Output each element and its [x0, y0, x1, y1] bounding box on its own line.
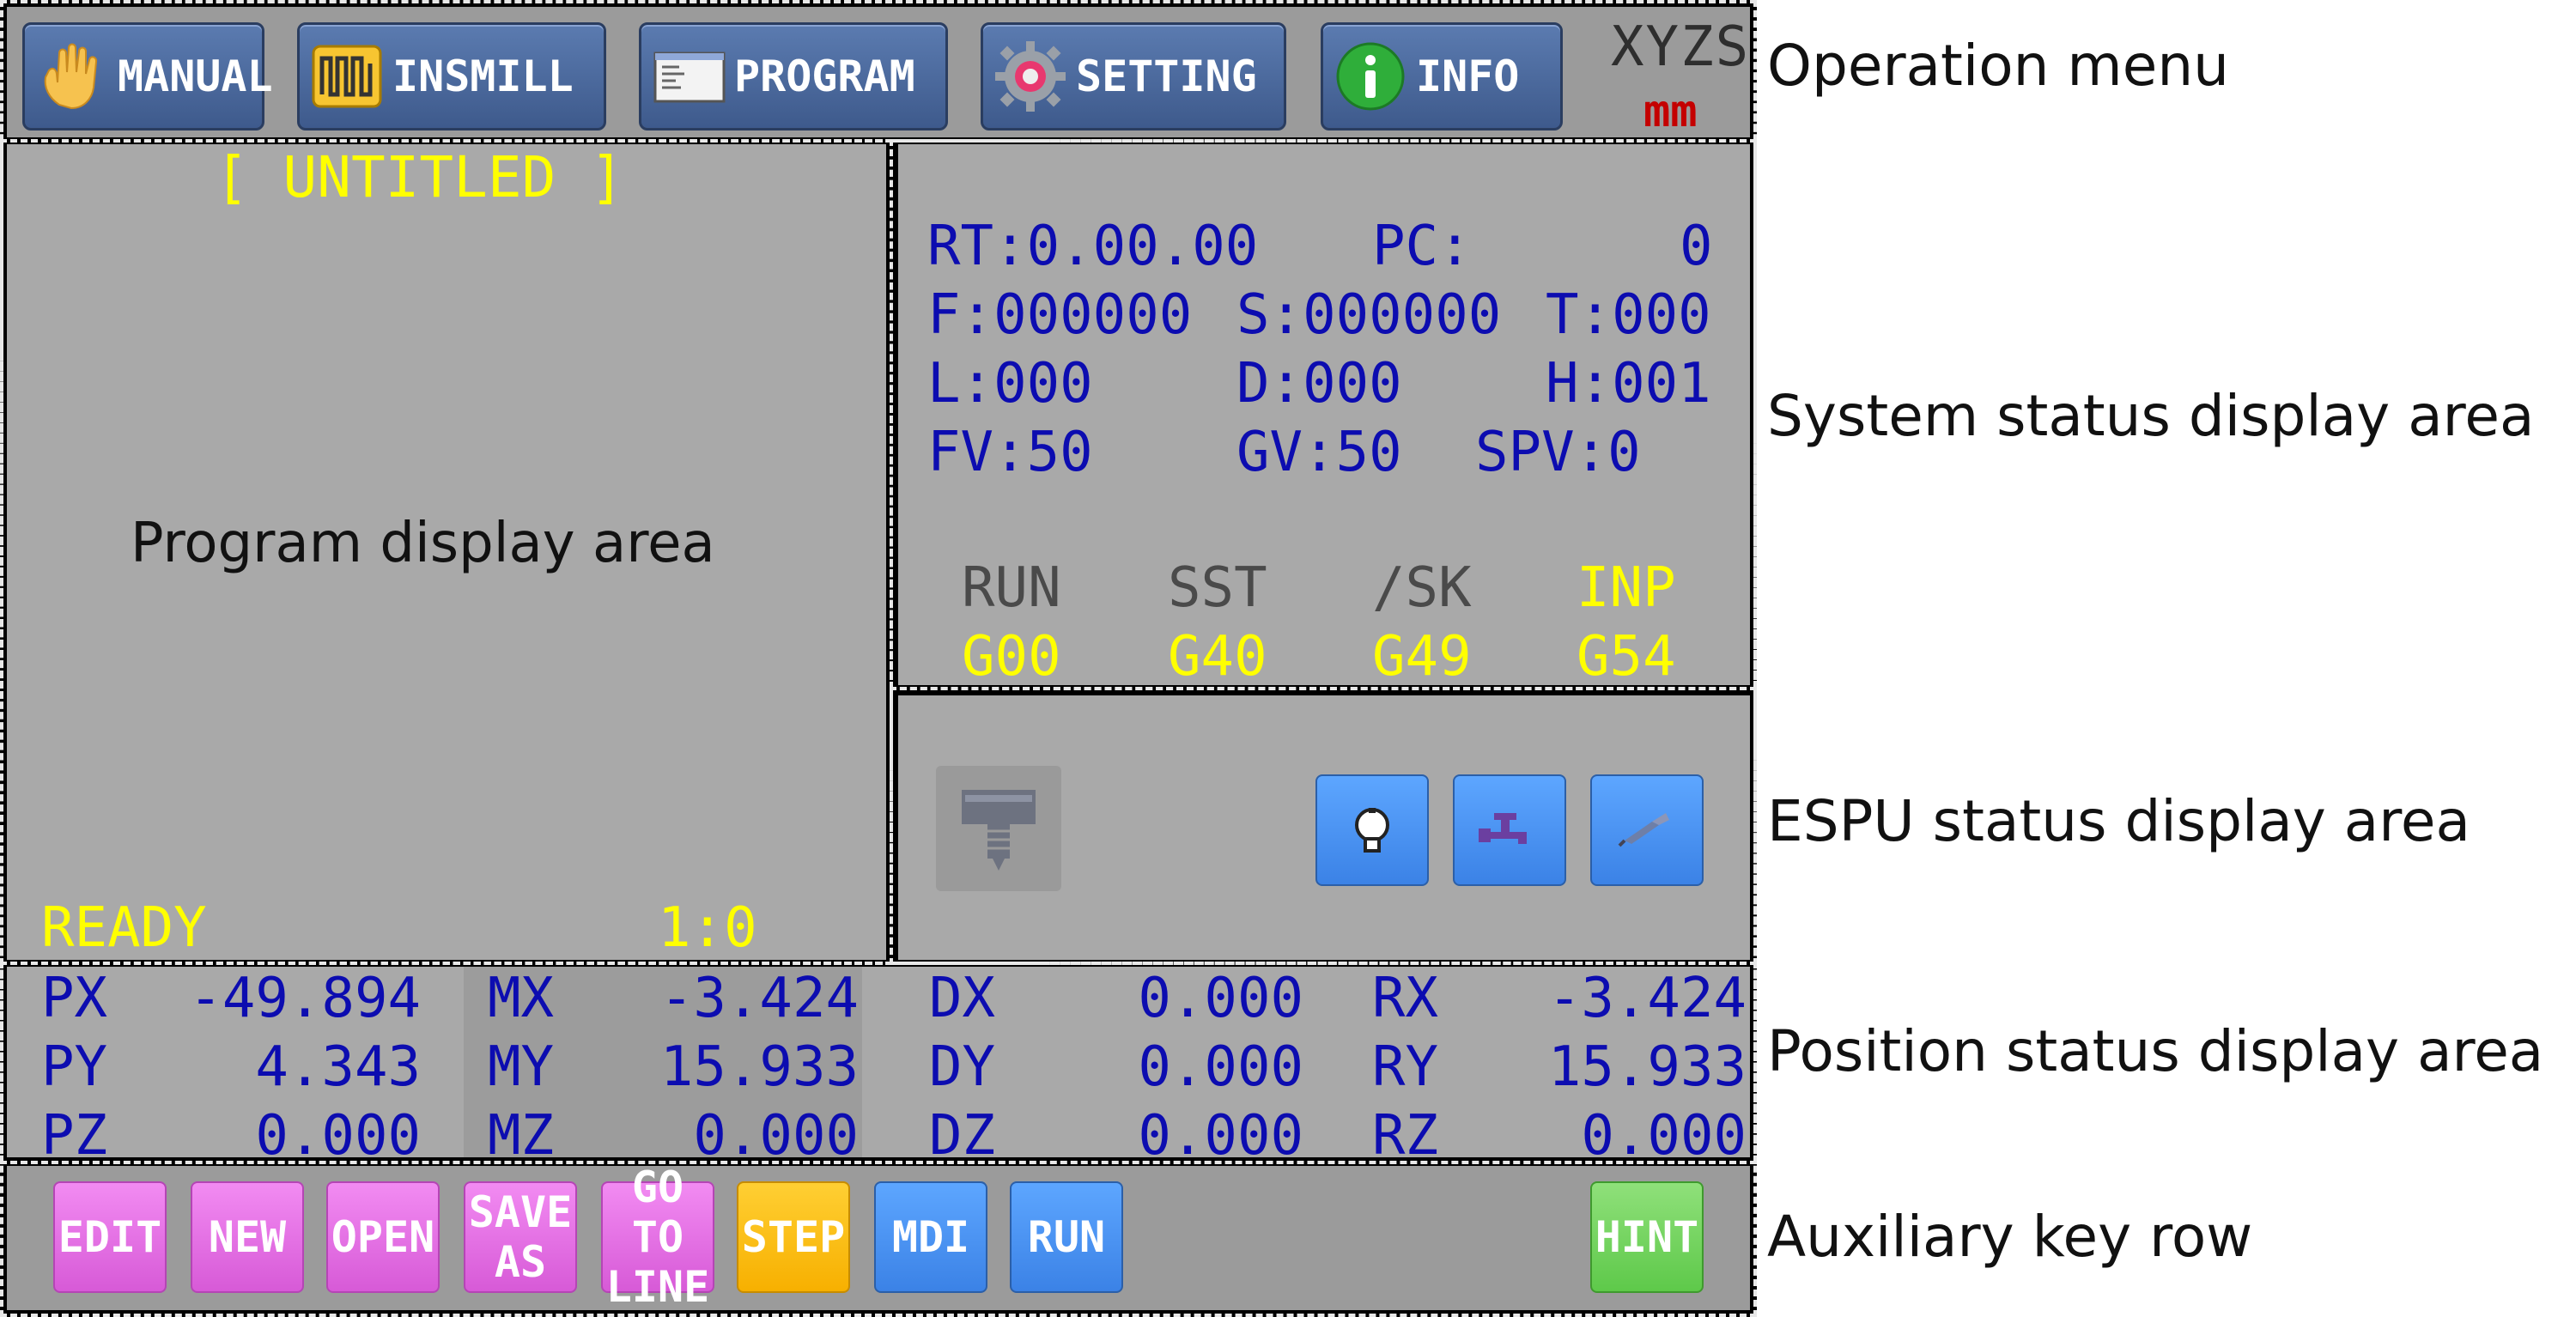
gcode-cutter-comp: G40 [1168, 625, 1267, 689]
callout-system-status: System status display area [1767, 383, 2535, 449]
mz-label: MZ [488, 1104, 555, 1168]
gv-value: GV:50 [1236, 421, 1402, 484]
mdi-button[interactable]: MDI [874, 1181, 987, 1293]
save-as-label-line1: SAVE [468, 1187, 573, 1237]
ry-value: 15.933 [1547, 1035, 1747, 1099]
callout-espu-status: ESPU status display area [1767, 788, 2470, 854]
new-label: NEW [208, 1212, 287, 1262]
run-label: RUN [1027, 1212, 1106, 1262]
my-label: MY [488, 1035, 555, 1099]
open-button[interactable]: OPEN [326, 1181, 440, 1293]
part-count-value: 0 [1680, 215, 1713, 278]
insmill-label: INSMILL [392, 52, 574, 101]
pz-label: PZ [41, 1104, 108, 1168]
dz-value: 0.000 [1138, 1104, 1303, 1168]
hand-icon [33, 38, 111, 115]
insmill-button[interactable]: INSMILL [297, 22, 606, 130]
part-count-label: PC: [1372, 215, 1472, 278]
run-time: RT:0.00.00 [927, 215, 1259, 278]
fv-value: FV:50 [927, 421, 1093, 484]
unit-indicator: mm [1643, 86, 1698, 137]
dx-value: 0.000 [1138, 967, 1303, 1030]
mx-value: -3.424 [659, 967, 859, 1030]
my-value: 15.933 [659, 1035, 859, 1099]
tool-value: T:000 [1546, 283, 1711, 347]
gcode-length-comp: G49 [1372, 625, 1472, 689]
callout-operation-menu: Operation menu [1767, 33, 2229, 99]
info-icon [1332, 38, 1409, 115]
step-label: STEP [741, 1212, 846, 1262]
spindle-speed-value: S:000000 [1236, 283, 1502, 347]
go-to-line-button[interactable]: GO TO LINE [601, 1162, 714, 1312]
axes-indicator: XYZS [1611, 15, 1751, 79]
manual-button[interactable]: MANUAL [22, 22, 273, 130]
mdi-label: MDI [891, 1212, 970, 1262]
d-value: D:000 [1236, 352, 1402, 416]
rx-value: -3.424 [1547, 967, 1747, 1030]
l-value: L:000 [927, 352, 1093, 416]
step-button[interactable]: STEP [737, 1181, 850, 1293]
callout-aux-row: Auxiliary key row [1767, 1204, 2253, 1270]
hint-label: HINT [1595, 1212, 1699, 1262]
go-to-line-label-line1: GO TO [631, 1162, 684, 1262]
new-button[interactable]: NEW [191, 1181, 304, 1293]
gcode-motion: G00 [962, 625, 1061, 689]
coolant-tap-icon[interactable] [1453, 774, 1566, 886]
dx-label: DX [929, 967, 996, 1030]
callout-position-status: Position status display area [1767, 1018, 2544, 1084]
dy-value: 0.000 [1138, 1035, 1303, 1099]
mz-value: 0.000 [693, 1104, 859, 1168]
spv-value: SPV:0 [1475, 421, 1641, 484]
open-label: OPEN [331, 1212, 435, 1262]
rz-value: 0.000 [1581, 1104, 1747, 1168]
info-label: INFO [1416, 52, 1520, 101]
pz-value: 0.000 [255, 1104, 421, 1168]
py-value: 4.343 [255, 1035, 421, 1099]
sk-flag: /SK [1372, 556, 1472, 620]
setting-button[interactable]: SETTING [981, 22, 1286, 130]
inp-flag: INP [1577, 556, 1676, 620]
sst-flag: SST [1168, 556, 1267, 620]
air-blow-icon[interactable] [1590, 774, 1704, 886]
save-as-button[interactable]: SAVE AS [464, 1181, 577, 1293]
document-icon [650, 38, 727, 115]
dz-label: DZ [929, 1104, 996, 1168]
rx-label: RX [1372, 967, 1439, 1030]
gear-icon [992, 38, 1069, 115]
program-button[interactable]: PROGRAM [639, 22, 948, 130]
program-line-position: 1:0 [658, 896, 757, 960]
mx-label: MX [488, 967, 555, 1030]
edit-label: EDIT [58, 1212, 162, 1262]
dy-label: DY [929, 1035, 996, 1099]
manual-label: MANUAL [118, 52, 273, 101]
h-value: H:001 [1546, 352, 1711, 416]
pulse-chart-icon [308, 38, 386, 115]
py-label: PY [41, 1035, 108, 1099]
info-button[interactable]: INFO [1321, 22, 1563, 130]
program-title: [ UNTITLED ] [215, 144, 624, 210]
program-label: PROGRAM [734, 52, 915, 101]
save-as-label-line2: AS [494, 1237, 547, 1287]
cnc-screen: MANUAL INSMILL PROGRAM SETTING INFO XYZS… [0, 0, 1757, 1317]
ry-label: RY [1372, 1035, 1439, 1099]
program-area-label: Program display area [131, 512, 715, 575]
hint-button[interactable]: HINT [1590, 1181, 1704, 1293]
px-label: PX [41, 967, 108, 1030]
gcode-work-offset: G54 [1577, 625, 1676, 689]
machine-state: READY [41, 896, 207, 960]
rz-label: RZ [1372, 1104, 1439, 1168]
go-to-line-label-line2: LINE [605, 1262, 710, 1312]
light-bulb-icon[interactable] [1315, 774, 1429, 886]
px-value: -49.894 [189, 967, 421, 1030]
edit-button[interactable]: EDIT [53, 1181, 167, 1293]
run-flag: RUN [962, 556, 1061, 620]
run-button[interactable]: RUN [1010, 1181, 1123, 1293]
feed-value: F:000000 [927, 283, 1193, 347]
setting-label: SETTING [1076, 52, 1257, 101]
spindle-icon [936, 766, 1061, 891]
